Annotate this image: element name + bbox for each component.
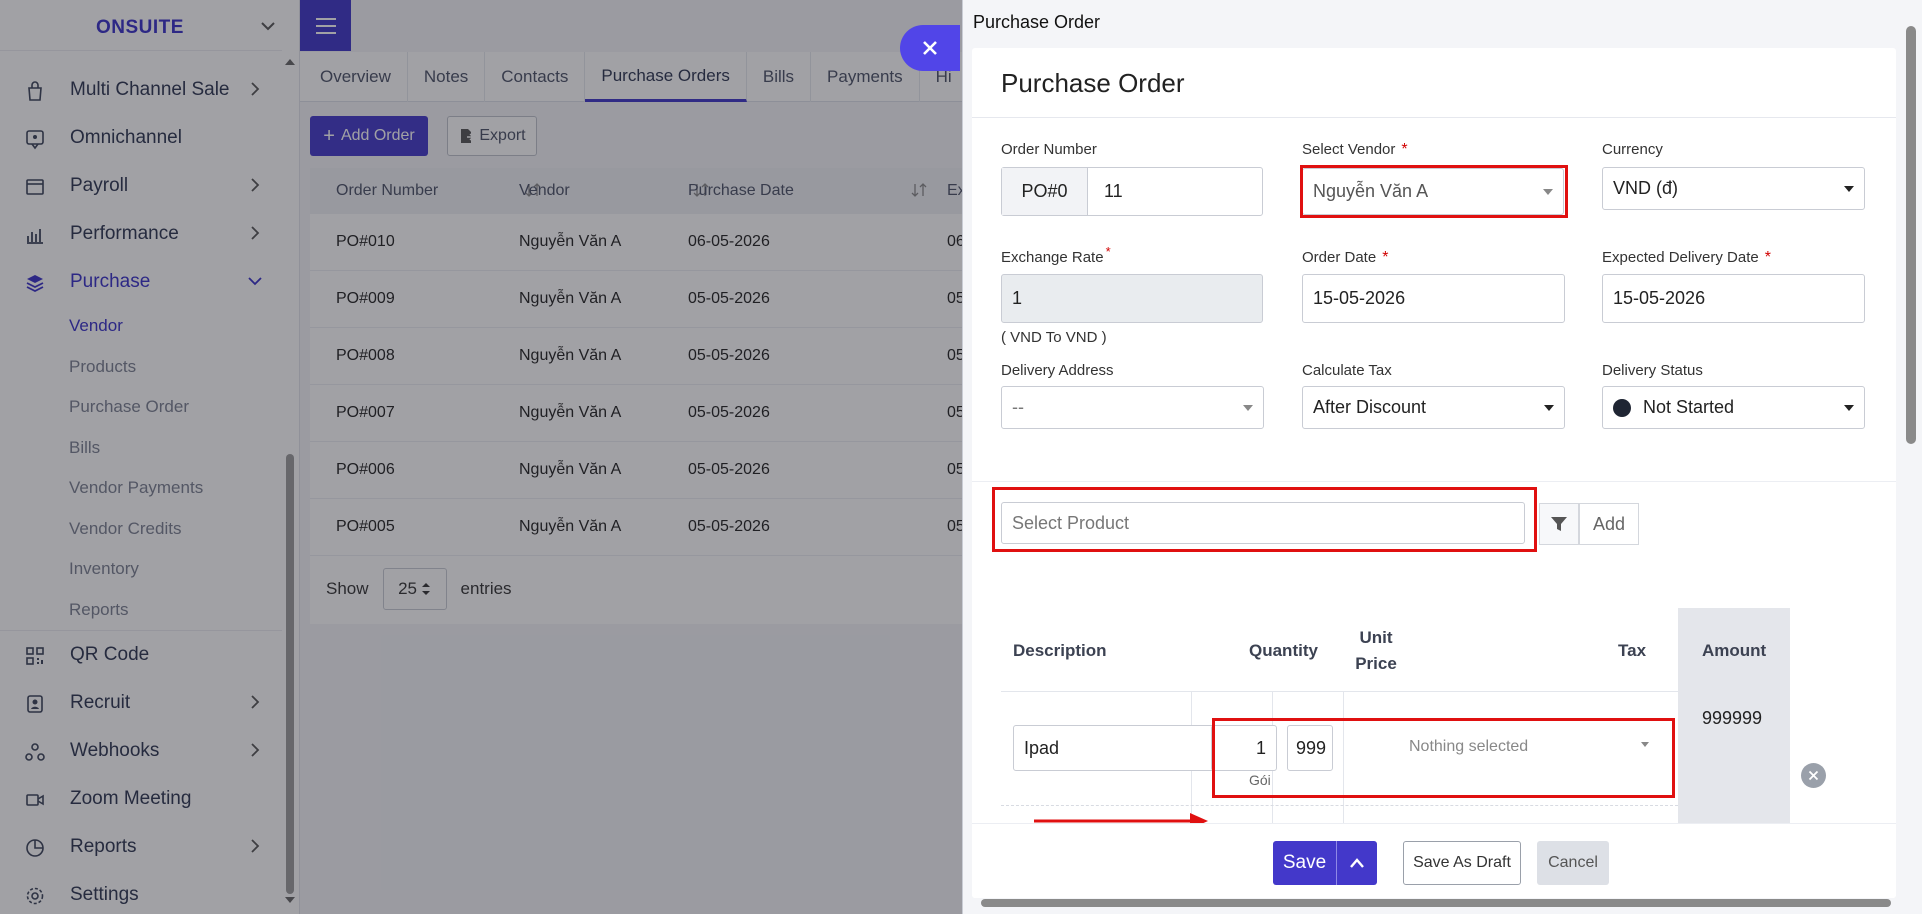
exchange-rate-label-text: Exchange Rate [1001, 249, 1104, 266]
modal-backdrop[interactable] [0, 0, 962, 914]
chevron-down-icon [1844, 404, 1854, 411]
form-title: Purchase Order [972, 48, 1896, 118]
currency-value: VND (đ) [1613, 178, 1679, 198]
exchange-note: ( VND To VND ) [1001, 329, 1107, 346]
order-prefix: PO#0 [1002, 168, 1088, 215]
col-amount: Amount [1702, 641, 1767, 660]
order-date-label-text: Order Date [1302, 249, 1377, 266]
horizontal-scroll-thumb[interactable] [981, 899, 1891, 907]
filter-icon [1551, 517, 1567, 531]
order-number-field: PO#0 11 [1001, 167, 1263, 216]
delivery-status-value: Not Started [1643, 397, 1735, 417]
exchange-rate-input: 1 [1001, 274, 1263, 323]
expected-date-label-text: Expected Delivery Date [1602, 249, 1759, 266]
delivery-status-select[interactable]: Not Started [1602, 386, 1865, 429]
item-amount: 999999 [1702, 708, 1763, 728]
filter-button[interactable] [1539, 503, 1579, 545]
col-unit-price-line1: Unit [1359, 628, 1393, 647]
vendor-label-text: Select Vendor [1302, 141, 1396, 158]
quantity-tax-highlight-box [1212, 718, 1675, 798]
col-tax: Tax [1618, 641, 1647, 660]
col-description: Description [1013, 641, 1107, 660]
order-number-input[interactable]: 11 [1104, 181, 1123, 202]
calculate-tax-value: After Discount [1313, 397, 1427, 417]
currency-label: Currency [1602, 141, 1663, 158]
delivery-address-value: -- [1012, 397, 1024, 417]
app-root: ONSUITE Multi Channel Sale Omnichannel P… [0, 0, 1922, 914]
col-unit-price-line2: Price [1355, 654, 1397, 673]
order-number-label: Order Number [1001, 141, 1097, 158]
save-button[interactable]: Save [1273, 841, 1377, 885]
save-as-draft-button[interactable]: Save As Draft [1403, 841, 1521, 885]
expected-date-label: Expected Delivery Date * [1602, 249, 1771, 267]
drawer-horizontal-scrollbar[interactable] [967, 896, 1907, 910]
chevron-down-icon [1243, 404, 1253, 411]
select-product-highlight-box [992, 487, 1537, 552]
chevron-up-icon [1350, 858, 1364, 868]
expected-delivery-date-input[interactable]: 15-05-2026 [1602, 274, 1865, 323]
required-mark: * [1401, 141, 1408, 158]
required-mark: * [1382, 249, 1389, 266]
form-footer: Save Save As Draft Cancel [972, 823, 1896, 898]
order-date-input[interactable]: 15-05-2026 [1302, 274, 1565, 323]
col-quantity: Quantity [1249, 641, 1318, 660]
drawer-vertical-scrollbar[interactable] [1903, 12, 1919, 892]
add-product-button[interactable]: Add [1579, 503, 1639, 545]
cancel-button[interactable]: Cancel [1537, 841, 1609, 885]
vendor-highlight-box [1300, 165, 1568, 218]
chevron-down-icon [1544, 404, 1554, 411]
close-icon [923, 41, 937, 55]
calculate-tax-label: Calculate Tax [1302, 362, 1392, 379]
close-drawer-button[interactable] [900, 25, 960, 71]
required-mark: * [1764, 249, 1771, 266]
chevron-down-icon [1844, 185, 1854, 192]
delivery-status-label: Delivery Status [1602, 362, 1703, 379]
close-icon [1808, 770, 1819, 781]
status-dot-icon [1613, 398, 1631, 417]
exchange-rate-label: Exchange Rate * [1001, 244, 1111, 266]
save-options-button[interactable] [1337, 841, 1377, 885]
delivery-address-select[interactable]: -- [1001, 386, 1264, 429]
remove-item-button[interactable] [1801, 763, 1826, 788]
item-description-input[interactable]: Ipad [1013, 725, 1223, 771]
calculate-tax-select[interactable]: After Discount [1302, 386, 1565, 429]
drawer-title: Purchase Order [973, 12, 1101, 32]
delivery-address-label: Delivery Address [1001, 362, 1114, 379]
currency-select[interactable]: VND (đ) [1602, 167, 1865, 210]
purchase-order-drawer: Purchase Order Purchase Order Order Numb… [962, 0, 1922, 914]
vertical-scroll-thumb[interactable] [1906, 26, 1916, 444]
vendor-label: Select Vendor * [1302, 141, 1408, 159]
order-date-label: Order Date * [1302, 249, 1388, 267]
purchase-order-form: Purchase Order Order Number PO#0 11 Sele… [972, 48, 1896, 898]
save-label: Save [1282, 852, 1327, 873]
required-mark: * [1105, 244, 1111, 259]
